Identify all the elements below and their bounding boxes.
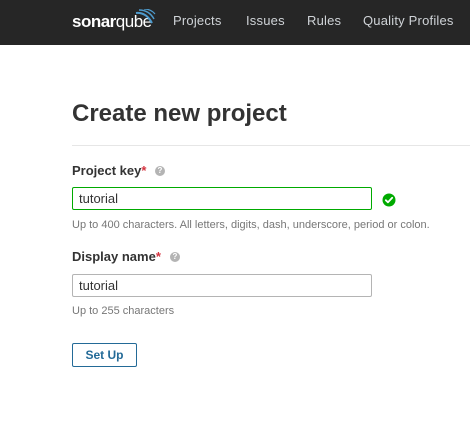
nav-link-rules[interactable]: Rules [307,13,341,28]
nav-link-quality-profiles[interactable]: Quality Profiles [363,13,454,28]
question-circle-icon[interactable]: ? [170,252,180,262]
title-divider [72,145,470,146]
display-name-hint: Up to 255 characters [72,305,175,317]
project-key-hint: Up to 400 characters. All letters, digit… [72,219,430,231]
nav-link-projects[interactable]: Projects [173,13,222,28]
page-title: Create new project [72,100,287,127]
set-up-button[interactable]: Set Up [72,343,137,367]
display-name-input[interactable] [72,274,372,297]
logo-waves-icon [135,9,156,24]
required-marker: * [155,249,161,264]
project-key-label-text: Project key [72,163,142,178]
project-key-input[interactable] [72,187,372,210]
required-marker: * [141,163,147,178]
nav-link-issues[interactable]: Issues [246,13,285,28]
top-navbar: sonarqube Projects Issues Rules Quality … [0,0,470,45]
check-circle-icon [382,193,396,207]
display-name-label: Display name* [72,249,161,264]
question-circle-icon[interactable]: ? [155,166,165,176]
display-name-label-text: Display name [72,249,156,264]
project-key-label: Project key* [72,163,146,178]
